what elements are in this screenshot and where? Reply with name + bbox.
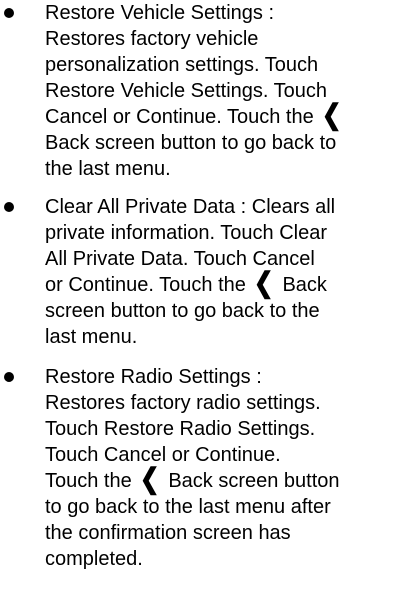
list-item: Restore Vehicle Settings : Restores fact… [0,0,402,182]
item-text: Clear All Private Data : Clears all priv… [45,194,399,350]
bullet-icon [4,8,14,18]
item-text: Restore Vehicle Settings : Restores fact… [45,0,399,182]
back-chevron-icon: ❮ [140,463,161,494]
back-chevron-icon: ❮ [322,99,342,130]
bullet-icon [4,202,14,212]
list-item: Restore Radio Settings : Restores factor… [0,364,402,572]
item-text-part: Back screen button to go back to the las… [45,132,337,180]
item-text-part: Restore Vehicle Settings : Restores fact… [45,2,328,128]
list-item: Clear All Private Data : Clears all priv… [0,194,402,350]
item-text: Restore Radio Settings : Restores factor… [45,364,399,572]
bullet-icon [4,372,14,382]
back-chevron-icon: ❮ [254,267,275,298]
settings-list: Restore Vehicle Settings : Restores fact… [0,0,402,572]
